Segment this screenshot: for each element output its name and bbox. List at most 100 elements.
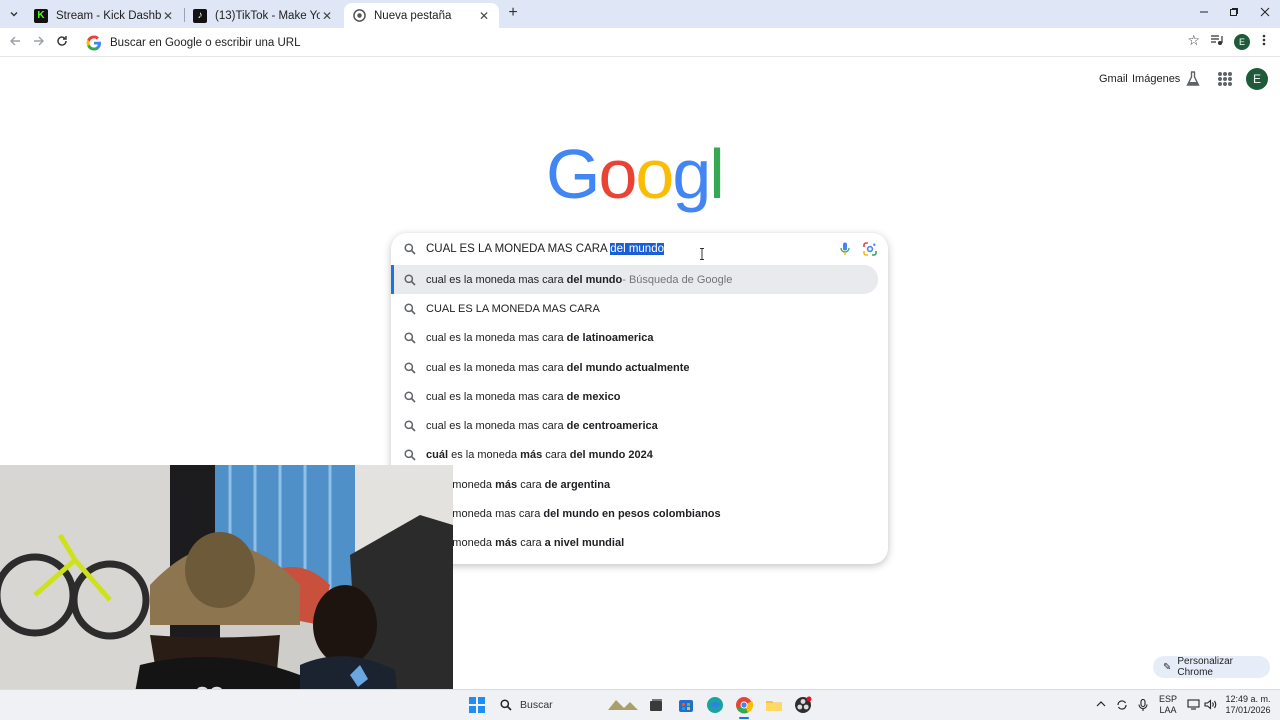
suggestion-item[interactable]: cual es la moneda mas cara de mexico	[391, 382, 888, 411]
close-icon[interactable]: ✕	[161, 9, 175, 23]
taskbar-search-label: Buscar	[520, 699, 553, 711]
customize-chrome-label: Personalizar Chrome	[1177, 656, 1233, 678]
tab-search-button[interactable]	[4, 4, 24, 24]
task-view-icon[interactable]	[647, 696, 665, 714]
suggestion-bold: de latinoamerica	[566, 332, 654, 345]
taskbar-search[interactable]: Buscar	[494, 694, 644, 716]
suggestion-bold: del mundo	[566, 273, 623, 286]
suggestion-bold: del mundo en pesos colombianos	[543, 508, 721, 521]
tab-title: Stream - Kick Dashboard	[56, 9, 161, 22]
file-explorer-icon[interactable]	[765, 696, 783, 714]
suggestion-text: cara	[517, 478, 545, 491]
chevron-down-icon	[10, 12, 18, 17]
tiktok-icon: ♪	[193, 8, 207, 23]
chevron-up-icon[interactable]	[1096, 699, 1106, 711]
suggestion-item[interactable]: cual es la moneda mas cara del mundo - B…	[391, 265, 878, 295]
suggestion-bold: más	[495, 478, 518, 491]
suggestion-text: cara	[542, 449, 570, 462]
search-icon	[404, 332, 416, 344]
tab-tiktok[interactable]: ♪ (13)TikTok - Make Your Day ✕	[185, 3, 342, 28]
logo-letter: G	[546, 135, 600, 213]
display-icon[interactable]	[1187, 699, 1200, 713]
chrome-taskbar-icon[interactable]	[735, 696, 754, 719]
reload-button[interactable]	[53, 33, 71, 51]
omnibox[interactable]: Buscar en Google o escribir una URL ☆	[80, 31, 1200, 54]
google-lens-icon[interactable]	[863, 242, 877, 256]
suggestion-bold: de mexico	[566, 390, 621, 403]
edge-icon[interactable]	[706, 696, 724, 714]
suggestion-bold: a nivel mundial	[544, 537, 625, 550]
suggestion-item[interactable]: es la moneda mas cara del mundo en pesos…	[391, 499, 888, 528]
restore-button[interactable]	[1219, 4, 1249, 22]
microphone-icon[interactable]	[840, 242, 850, 256]
query-typed: CUAL ES LA MONEDA MAS CARA	[426, 243, 611, 255]
suggestion-item[interactable]: es la moneda más cara de argentina	[391, 470, 888, 499]
profile-button[interactable]: E	[1234, 34, 1250, 50]
active-app-indicator	[739, 717, 749, 719]
close-icon	[1260, 7, 1270, 17]
logo-letter: l	[709, 135, 725, 213]
suggestion-item[interactable]: cual es la moneda mas cara del mundo act…	[391, 353, 888, 382]
suggestion-item[interactable]: cual es la moneda mas cara de centroamer…	[391, 411, 888, 440]
suggestion-bold: más	[495, 537, 518, 550]
chrome-icon	[352, 9, 366, 23]
images-link[interactable]: Imágenes	[1132, 73, 1180, 85]
search-highlight-icon	[608, 700, 638, 710]
obs-studio-icon[interactable]	[794, 696, 812, 714]
search-input[interactable]: CUAL ES LA MONEDA MAS CARA del mundo	[391, 233, 888, 265]
language-indicator[interactable]: ESP LAA	[1157, 694, 1179, 716]
suggestion-text: cara	[517, 537, 545, 550]
tab-kick[interactable]: K Stream - Kick Dashboard ✕	[26, 3, 183, 28]
omnibox-placeholder: Buscar en Google o escribir una URL	[110, 36, 301, 49]
google-apps-icon[interactable]	[1218, 72, 1232, 86]
tab-strip: K Stream - Kick Dashboard ✕ ♪ (13)TikTok…	[0, 0, 1280, 28]
minimize-button[interactable]	[1189, 4, 1219, 22]
suggestion-item[interactable]: cual es la moneda mas cara de latinoamer…	[391, 324, 888, 353]
close-icon[interactable]: ✕	[477, 9, 491, 23]
sync-icon[interactable]	[1116, 699, 1128, 714]
clock[interactable]: 12:49 a. m. 17/01/2026	[1222, 694, 1274, 716]
logo-letter: g	[672, 135, 711, 213]
text-cursor-icon	[700, 248, 704, 260]
suggestion-source: - Búsqueda de Google	[622, 273, 733, 286]
search-icon	[404, 243, 416, 255]
suggestion-item[interactable]: CUAL ES LA MONEDA MAS CARA	[391, 294, 888, 323]
windows-start-icon[interactable]	[469, 697, 485, 713]
suggestion-text: cual es la moneda mas cara	[426, 420, 564, 433]
suggestion-item[interactable]: es la moneda más cara a nivel mundial	[391, 529, 888, 558]
logo-letter: o	[635, 135, 674, 213]
search-icon	[404, 449, 416, 461]
webcam-overlay: 23	[0, 465, 453, 720]
labs-flask-icon[interactable]	[1186, 71, 1200, 87]
suggestion-list: cual es la moneda mas cara del mundo - B…	[391, 265, 888, 558]
microphone-tray-icon[interactable]	[1138, 698, 1148, 715]
suggestion-text: cual es la moneda mas cara	[426, 332, 564, 345]
back-button[interactable]	[6, 33, 24, 51]
webcam-feed-image: 23	[0, 465, 453, 720]
gmail-link[interactable]: Gmail	[1099, 73, 1128, 85]
search-dropdown: CUAL ES LA MONEDA MAS CARA del mundo cua…	[391, 233, 888, 564]
google-g-icon	[86, 35, 101, 50]
close-window-button[interactable]	[1250, 4, 1280, 22]
suggestion-item[interactable]: cuál es la moneda más cara del mundo 202…	[391, 441, 888, 470]
account-avatar[interactable]: E	[1246, 68, 1268, 90]
new-tab-button[interactable]: +	[504, 4, 522, 22]
tab-title: Nueva pestaña	[374, 9, 452, 22]
windows-taskbar: Buscar ESP LAA 12:49 a. m. 17/01/2026	[0, 689, 1280, 720]
volume-icon[interactable]	[1204, 699, 1217, 713]
suggestion-text: es la moneda	[448, 449, 521, 462]
kebab-menu-icon[interactable]	[1262, 34, 1266, 49]
arrow-right-icon	[34, 36, 44, 46]
media-controls-icon[interactable]	[1210, 34, 1223, 49]
suggestion-bold: del mundo 2024	[569, 449, 653, 462]
close-icon[interactable]: ✕	[320, 9, 334, 23]
search-icon	[404, 274, 416, 286]
tab-nueva-pestana[interactable]: Nueva pestaña ✕	[344, 3, 499, 28]
customize-chrome-button[interactable]: ✎ Personalizar Chrome	[1153, 656, 1270, 678]
forward-button[interactable]	[30, 33, 48, 51]
suggestion-text: cual es la moneda mas cara	[426, 390, 564, 403]
bookmark-star-icon[interactable]: ☆	[1187, 32, 1200, 49]
store-icon[interactable]	[677, 696, 695, 714]
restore-icon	[1230, 8, 1238, 16]
suggestion-bold: del mundo actualmente	[566, 361, 690, 374]
